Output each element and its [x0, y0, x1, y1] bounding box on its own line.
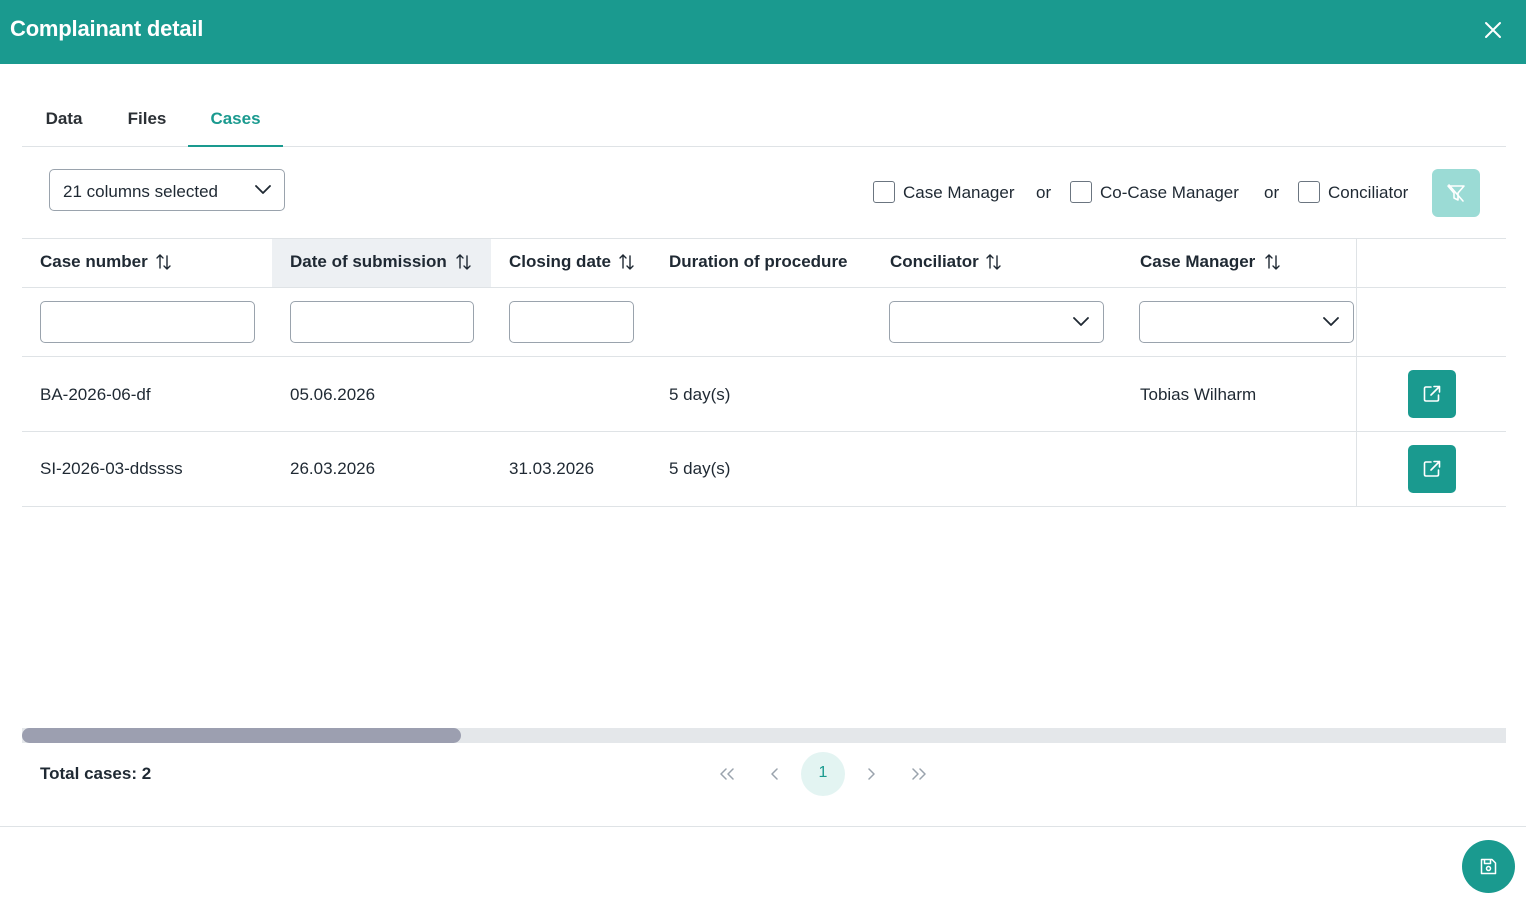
table-row-divider [22, 431, 1506, 432]
columns-select[interactable]: 21 columns selected [49, 169, 285, 211]
open-case-button[interactable] [1408, 445, 1456, 493]
next-page-button[interactable] [849, 752, 893, 796]
tab-files[interactable]: Files [106, 100, 188, 147]
tab-data[interactable]: Data [22, 100, 106, 147]
sort-icon[interactable] [1264, 253, 1282, 271]
footer-divider [0, 826, 1526, 827]
table-cell-case-number: BA-2026-06-df [40, 385, 151, 404]
first-page-button[interactable] [705, 752, 749, 796]
case-manager-checkbox[interactable] [873, 181, 895, 203]
table-bottom-border [22, 506, 1506, 507]
horizontal-scrollbar-thumb[interactable] [22, 728, 461, 743]
table-cell-date-of-submission: 05.06.2026 [290, 385, 376, 404]
previous-page-button[interactable] [753, 752, 797, 796]
sort-icon[interactable] [985, 253, 1003, 271]
close-icon [1485, 22, 1501, 38]
chevron-down-icon [1073, 317, 1089, 326]
filter-row-divider [22, 356, 1506, 357]
chevron-down-icon [255, 185, 271, 194]
case-number-filter-input[interactable] [40, 301, 255, 343]
column-header-date-of-submission[interactable]: Date of submission [290, 252, 447, 272]
tab-bar: Data Files Cases [22, 100, 1506, 147]
dialog-header: Complainant detail [0, 0, 1526, 64]
column-header-case-number[interactable]: Case number [40, 252, 148, 272]
closing-date-filter-input[interactable] [509, 301, 634, 343]
actions-column-divider [1356, 239, 1357, 506]
sort-icon[interactable] [618, 253, 636, 271]
last-page-button[interactable] [897, 752, 941, 796]
chevron-down-icon [1323, 317, 1339, 326]
conciliator-checkbox[interactable] [1298, 181, 1320, 203]
tab-cases[interactable]: Cases [188, 100, 283, 147]
chevron-left-icon [771, 768, 778, 780]
table-cell-duration: 5 day(s) [669, 385, 731, 404]
table-top-border [22, 238, 1506, 239]
page-button-current[interactable]: 1 [801, 752, 845, 796]
double-chevron-left-icon [720, 768, 734, 780]
case-manager-filter-label: Case Manager [903, 183, 1015, 202]
chevron-right-icon [868, 768, 875, 780]
conciliator-filter-dropdown[interactable] [889, 301, 1104, 343]
table-cell-duration: 5 day(s) [669, 459, 731, 478]
clear-filter-button[interactable] [1432, 169, 1480, 217]
external-link-icon [1423, 460, 1441, 477]
or-separator: or [1264, 183, 1280, 202]
table-cell-case-number: SI-2026-03-ddssss [40, 459, 183, 478]
columns-select-value: 21 columns selected [63, 182, 218, 201]
close-button[interactable] [1480, 17, 1506, 43]
co-case-manager-filter-label: Co-Case Manager [1100, 183, 1239, 202]
date-of-submission-filter-input[interactable] [290, 301, 474, 343]
filter-clear-icon [1447, 184, 1465, 202]
column-header-case-manager[interactable]: Case Manager [1140, 252, 1255, 272]
table-cell-closing-date: 31.03.2026 [509, 459, 595, 478]
column-header-conciliator[interactable]: Conciliator [890, 252, 979, 272]
sort-icon[interactable] [155, 253, 173, 271]
save-button[interactable] [1462, 840, 1515, 893]
external-link-icon [1423, 385, 1441, 402]
double-chevron-right-icon [912, 768, 926, 780]
total-cases-label: Total cases: 2 [40, 764, 152, 783]
column-header-duration: Duration of procedure [669, 252, 848, 271]
header-row-divider [22, 287, 1506, 288]
conciliator-filter-label: Conciliator [1328, 183, 1409, 202]
sort-icon[interactable] [455, 253, 473, 271]
table-cell-date-of-submission: 26.03.2026 [290, 459, 376, 478]
save-icon [1480, 858, 1497, 875]
dialog-title: Complainant detail [10, 16, 204, 41]
or-separator: or [1036, 183, 1052, 202]
case-manager-filter-dropdown[interactable] [1139, 301, 1354, 343]
open-case-button[interactable] [1408, 370, 1456, 418]
column-header-closing-date[interactable]: Closing date [509, 252, 611, 272]
co-case-manager-checkbox[interactable] [1070, 181, 1092, 203]
table-cell-case-manager: Tobias Wilharm [1140, 385, 1257, 404]
